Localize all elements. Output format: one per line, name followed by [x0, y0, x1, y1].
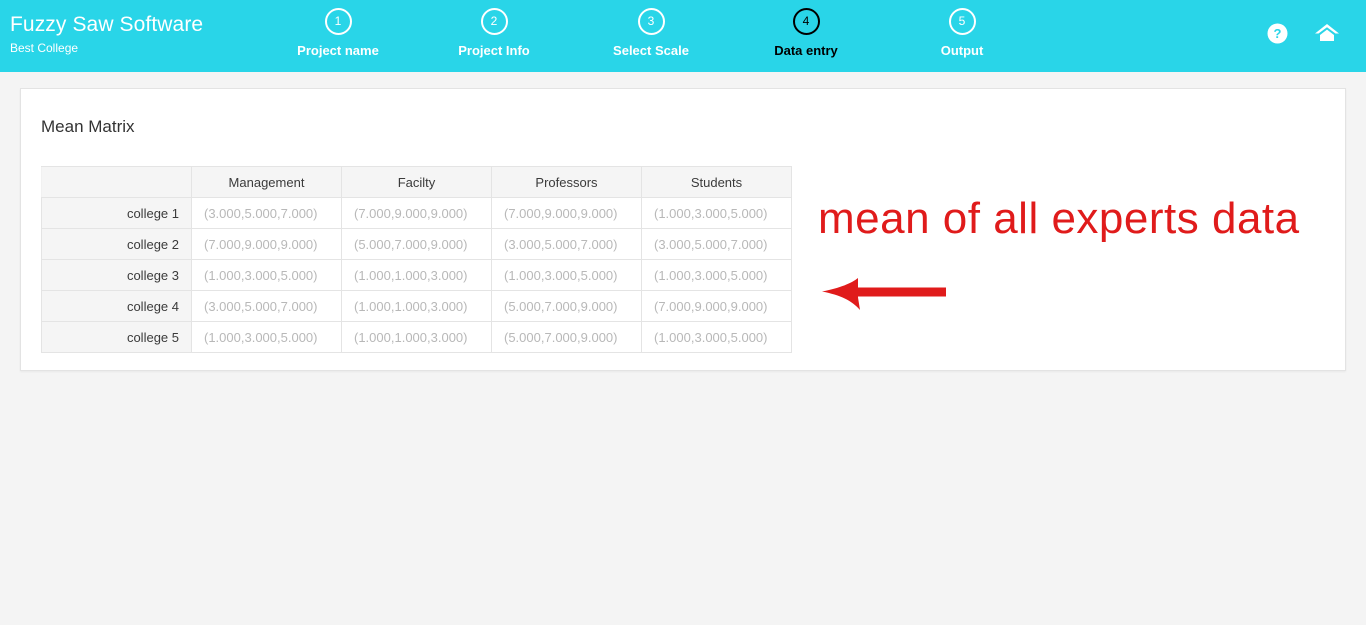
- step-number-badge: 1: [324, 8, 352, 35]
- table-column-header: Facilty: [341, 166, 492, 198]
- table-cell: (7.000,9.000,9.000): [191, 228, 342, 260]
- stepper-item-project-info[interactable]: 2 Project Info: [424, 8, 564, 58]
- table-row-header: college 1: [41, 197, 192, 229]
- table-row-header: college 3: [41, 259, 192, 291]
- table-row: college 2 (7.000,9.000,9.000) (5.000,7.000…: [41, 228, 792, 260]
- table-cell: (1.000,3.000,5.000): [491, 259, 642, 291]
- step-label: Project name: [297, 43, 379, 58]
- table-column-header: Professors: [491, 166, 642, 198]
- table-row: college 1 (3.000,5.000,7.000) (7.000,9.000…: [41, 197, 792, 229]
- table-cell: (3.000,5.000,7.000): [641, 228, 792, 260]
- table-cell: (5.000,7.000,9.000): [491, 290, 642, 322]
- brand-block: Fuzzy Saw Software Best College: [10, 12, 280, 56]
- table-cell: (1.000,3.000,5.000): [641, 197, 792, 229]
- content-card: Mean Matrix Management Facilty Professors S…: [20, 88, 1346, 371]
- step-label: Project Info: [458, 43, 530, 58]
- table-row: college 4 (3.000,5.000,7.000) (1.000,1.000…: [41, 290, 792, 322]
- table-column-header: Management: [191, 166, 342, 198]
- table-column-header: Students: [641, 166, 792, 198]
- step-label: Output: [940, 43, 984, 58]
- table-cell: (3.000,5.000,7.000): [491, 228, 642, 260]
- table-cell: (5.000,7.000,9.000): [491, 321, 642, 353]
- table-cell: (1.000,3.000,5.000): [641, 259, 792, 291]
- help-icon[interactable]: ?: [1267, 23, 1288, 44]
- step-label: Select Scale: [613, 43, 689, 58]
- table-head: Management Facilty Professors Students: [41, 166, 792, 198]
- table-cell: (3.000,5.000,7.000): [191, 290, 342, 322]
- table-row-header: college 2: [41, 228, 192, 260]
- table-row-header: college 4: [41, 290, 192, 322]
- table-cell: (1.000,1.000,3.000): [341, 290, 492, 322]
- table-cell: (5.000,7.000,9.000): [341, 228, 492, 260]
- app-subtitle: Best College: [10, 41, 79, 55]
- table-cell: (1.000,1.000,3.000): [341, 321, 492, 353]
- table-cell: (7.000,9.000,9.000): [641, 290, 792, 322]
- table-body: college 1 (3.000,5.000,7.000) (7.000,9.000…: [41, 197, 792, 353]
- stepper-item-output[interactable]: 5 Output: [892, 8, 1032, 58]
- table-row: college 5 (1.000,3.000,5.000) (1.000,1.000…: [41, 321, 792, 353]
- step-number-badge: 5: [948, 8, 976, 35]
- app-title: Fuzzy Saw Software: [10, 13, 204, 36]
- wizard-stepper: 1 Project name 2 Project Info 3 Select Scale 4…: [285, 8, 1045, 70]
- table-cell: (1.000,3.000,5.000): [191, 321, 342, 353]
- table-cell: (3.000,5.000,7.000): [191, 197, 342, 229]
- stepper-item-select-scale[interactable]: 3 Select Scale: [581, 8, 721, 58]
- table-row: college 3 (1.000,3.000,5.000) (1.000,1.000…: [41, 259, 792, 291]
- table-cell: (1.000,1.000,3.000): [341, 259, 492, 291]
- stepper-item-project-name[interactable]: 1 Project name: [268, 8, 408, 58]
- table-header-row: Management Facilty Professors Students: [41, 166, 792, 198]
- table-cell: (7.000,9.000,9.000): [341, 197, 492, 229]
- stepper-item-data-entry[interactable]: 4 Data entry: [736, 8, 876, 58]
- header-actions: ?: [1267, 22, 1340, 44]
- app-header: Fuzzy Saw Software Best College 1 Project…: [0, 0, 1366, 72]
- svg-text:?: ?: [1274, 26, 1282, 41]
- table-corner-cell: [41, 166, 192, 198]
- step-label: Data entry: [774, 43, 838, 58]
- table-row-header: college 5: [41, 321, 192, 353]
- table-cell: (1.000,3.000,5.000): [191, 259, 342, 291]
- step-number-badge: 4: [792, 8, 820, 35]
- mean-matrix-table: Management Facilty Professors Students coll…: [41, 166, 792, 353]
- table-cell: (1.000,3.000,5.000): [641, 321, 792, 353]
- step-number-badge: 2: [480, 8, 508, 35]
- home-icon[interactable]: [1314, 22, 1340, 44]
- table-cell: (7.000,9.000,9.000): [491, 197, 642, 229]
- step-number-badge: 3: [637, 8, 665, 35]
- page-title: Mean Matrix: [41, 117, 135, 136]
